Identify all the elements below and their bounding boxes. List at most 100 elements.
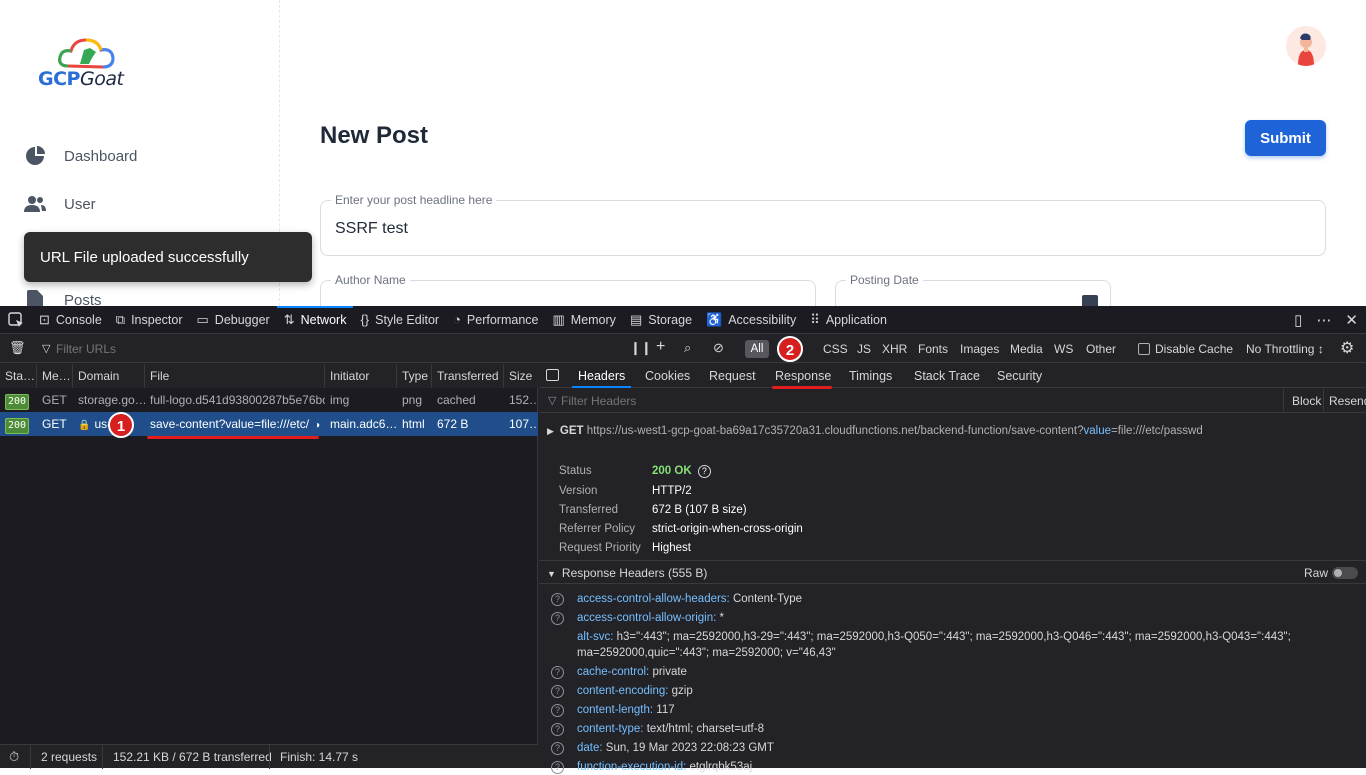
add-icon[interactable]: +: [656, 338, 665, 356]
file-cell: full-logo.d541d93800287b5e76bc.: [150, 393, 325, 407]
filter-ws-button[interactable]: WS: [1054, 342, 1073, 356]
tab-headers[interactable]: Headers: [571, 364, 632, 388]
tab-request[interactable]: Request: [709, 364, 756, 388]
headline-field[interactable]: Enter your post headline here SSRF test: [320, 193, 1326, 256]
resend-button[interactable]: Resend: [1329, 389, 1366, 413]
filter-css-button[interactable]: CSS: [823, 342, 848, 356]
response-header-row[interactable]: date: Sun, 19 Mar 2023 22:08:23 GMT: [577, 740, 1357, 756]
tab-console[interactable]: ⊡ Console: [32, 306, 109, 334]
header-key: content-type:: [577, 723, 644, 735]
sidebar-item-dashboard[interactable]: Dashboard: [24, 136, 264, 176]
user-avatar[interactable]: [1286, 26, 1326, 66]
help-icon[interactable]: ?: [551, 666, 564, 679]
summary-key: Request Priority: [559, 542, 641, 554]
help-icon[interactable]: ?: [697, 465, 711, 478]
raw-toggle[interactable]: [1332, 567, 1358, 579]
posting-date-field[interactable]: Posting Date: [835, 273, 1111, 306]
network-statusbar: ⏱ 2 requests 152.21 KB / 672 B transferr…: [0, 744, 538, 769]
toggle-sidebar-icon[interactable]: [546, 369, 559, 381]
devtools-window-controls: ▯ ⋯ ✕: [1294, 306, 1358, 334]
help-icon[interactable]: ?: [551, 593, 564, 606]
responsive-design-icon[interactable]: ▯: [1294, 311, 1302, 329]
request-url-line[interactable]: ▶ GET https://us-west1-gcp-goat-ba69a17c3…: [547, 425, 1203, 437]
tab-cookies[interactable]: Cookies: [645, 364, 690, 388]
response-header-row[interactable]: function-execution-id: etglrqbk53aj: [577, 759, 1357, 775]
status-cell: 200: [0, 388, 37, 412]
response-header-row[interactable]: access-control-allow-headers: Content-Ty…: [577, 591, 1357, 607]
search-icon[interactable]: ⌕: [684, 340, 691, 356]
sidebar-item-user[interactable]: User: [24, 184, 264, 224]
calendar-icon[interactable]: [1082, 295, 1098, 306]
help-icon[interactable]: ?: [551, 723, 564, 736]
block-button[interactable]: Block: [1292, 389, 1321, 413]
tab-accessibility[interactable]: ♿ Accessibility: [699, 306, 803, 334]
filter-other-button[interactable]: Other: [1086, 342, 1116, 356]
column-transferred[interactable]: Transferred: [432, 364, 504, 388]
filter-all-button[interactable]: All: [745, 340, 769, 358]
response-header-row[interactable]: content-length: 117: [577, 702, 1357, 718]
logo-gcp: GCP: [38, 68, 80, 90]
tab-label: Network: [300, 312, 347, 327]
response-header-row[interactable]: cache-control: private: [577, 664, 1357, 680]
settings-gear-icon[interactable]: ⚙: [1340, 338, 1354, 358]
filter-headers-input[interactable]: [561, 392, 1061, 410]
column-type[interactable]: Type: [397, 364, 432, 388]
header-key: alt-svc:: [577, 631, 614, 643]
tab-style-editor[interactable]: {} Style Editor: [353, 306, 446, 334]
tab-network[interactable]: ⇅ Network: [276, 305, 354, 334]
column-initiator[interactable]: Initiator: [325, 364, 397, 388]
tab-label: Accessibility: [728, 312, 797, 327]
throttling-select[interactable]: No Throttling ↕: [1246, 342, 1324, 356]
summary-key: Status: [559, 465, 592, 477]
column-size[interactable]: Size: [504, 364, 538, 388]
author-name-field[interactable]: Author Name: [320, 273, 816, 306]
filter-urls-input[interactable]: [56, 339, 456, 359]
help-icon[interactable]: ?: [551, 612, 564, 625]
column-file[interactable]: File: [145, 364, 325, 388]
header-value: h3=":443"; ma=2592000,h3-29=":443"; ma=2…: [577, 631, 1291, 659]
pause-icon[interactable]: ❙❙: [630, 340, 652, 356]
disable-cache-checkbox[interactable]: [1138, 343, 1150, 355]
tab-debugger[interactable]: ▭ Debugger: [190, 306, 277, 334]
tab-security[interactable]: Security: [997, 364, 1042, 388]
type-cell: html: [402, 417, 425, 431]
filter-images-button[interactable]: Images: [960, 342, 999, 356]
tab-storage[interactable]: ▤ Storage: [623, 306, 699, 334]
table-row-selected[interactable]: 200 GET 🔒 us- save-content?value=file:///…: [0, 412, 538, 436]
response-header-row[interactable]: alt-svc: h3=":443"; ma=2592000,h3-29=":4…: [577, 629, 1357, 661]
close-icon[interactable]: ✕: [1345, 311, 1358, 329]
sidebar-item-label: Dashboard: [64, 147, 138, 165]
filter-fonts-button[interactable]: Fonts: [918, 342, 948, 356]
column-status[interactable]: Sta…: [0, 364, 37, 388]
filter-xhr-button[interactable]: XHR: [882, 342, 907, 356]
response-headers-section[interactable]: ▼ Response Headers (555 B) Raw: [539, 560, 1366, 584]
tab-response[interactable]: Response: [775, 364, 831, 388]
tab-performance[interactable]: ◔ Performance: [446, 306, 545, 334]
gcp-goat-logo[interactable]: GCPGoat: [36, 36, 136, 92]
element-picker-icon[interactable]: [0, 306, 32, 334]
tab-stack-trace[interactable]: Stack Trace: [914, 364, 980, 388]
tab-application[interactable]: ⠿ Application: [803, 306, 894, 334]
response-header-row[interactable]: content-type: text/html; charset=utf-8: [577, 721, 1357, 737]
response-header-row[interactable]: content-encoding: gzip: [577, 683, 1357, 699]
tab-inspector[interactable]: ⧉ Inspector: [109, 306, 190, 334]
method-cell: GET: [42, 417, 67, 431]
tab-timings[interactable]: Timings: [849, 364, 892, 388]
column-method[interactable]: Me…: [37, 364, 73, 388]
help-icon[interactable]: ?: [551, 685, 564, 698]
help-icon[interactable]: ?: [551, 742, 564, 755]
submit-button[interactable]: Submit: [1245, 120, 1326, 156]
trash-icon[interactable]: 🗑: [9, 340, 26, 356]
column-domain[interactable]: Domain: [73, 364, 145, 388]
sidebar-item-posts[interactable]: Posts: [24, 280, 264, 306]
filter-js-button[interactable]: JS: [857, 342, 871, 356]
table-row[interactable]: 200 GET storage.go… full-logo.d541d93800…: [0, 388, 538, 412]
block-icon[interactable]: ⊘: [713, 340, 724, 356]
stopwatch-icon[interactable]: ⏱: [9, 745, 19, 769]
help-icon[interactable]: ?: [551, 704, 564, 717]
more-options-icon[interactable]: ⋯: [1316, 311, 1331, 329]
tab-memory[interactable]: ▥ Memory: [545, 306, 622, 334]
performance-icon: ◔: [453, 312, 461, 327]
response-header-row[interactable]: access-control-allow-origin: *: [577, 610, 1357, 626]
filter-media-button[interactable]: Media: [1010, 342, 1043, 356]
